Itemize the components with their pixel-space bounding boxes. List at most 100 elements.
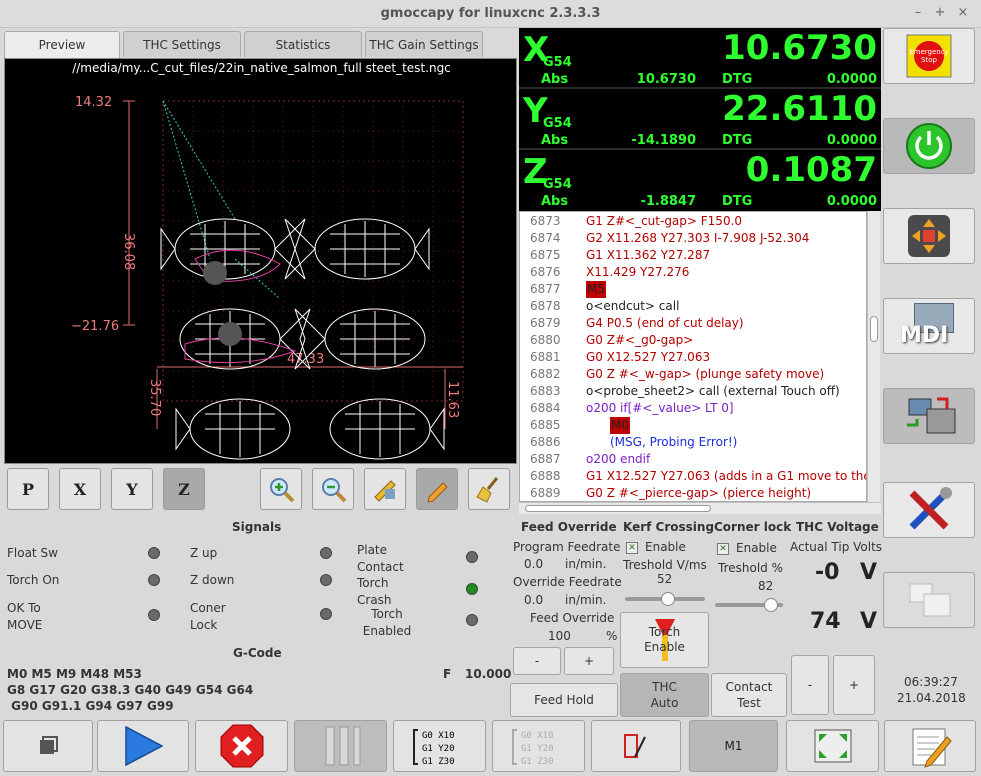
machine-power-button[interactable] bbox=[883, 118, 975, 174]
feed-plus-button[interactable]: + bbox=[564, 647, 614, 675]
tab-thc-settings[interactable]: THC Settings bbox=[123, 31, 241, 57]
dimensions-button[interactable] bbox=[364, 468, 406, 510]
view-z-button[interactable]: Z bbox=[163, 468, 205, 510]
gcode-hscrollbar[interactable] bbox=[519, 502, 881, 514]
voltage-minus-button[interactable]: - bbox=[791, 655, 829, 715]
title-bar: gmoccapy for linuxcnc 2.3.3.3 – + × bbox=[0, 0, 981, 28]
fullscreen-icon bbox=[814, 729, 851, 763]
estop-button[interactable]: Emergency Stop bbox=[883, 28, 975, 84]
settings-button[interactable] bbox=[883, 482, 975, 538]
mdi-button[interactable]: MDI bbox=[883, 298, 975, 354]
gcode-line[interactable]: 6877 M5 bbox=[520, 281, 866, 298]
gcode-line[interactable]: 6888 G1 X12.527 Y27.063 (adds in a G1 mov… bbox=[520, 468, 866, 485]
user-tabs-button[interactable] bbox=[883, 572, 975, 628]
feed-hold-button[interactable]: Feed Hold bbox=[510, 683, 618, 717]
tab-statistics[interactable]: Statistics bbox=[244, 31, 362, 57]
gcode-line[interactable]: 6874 G2 X11.268 Y27.303 I-7.908 J-52.304 bbox=[520, 230, 866, 247]
signal-torch-on-label: Torch On bbox=[7, 573, 60, 587]
gcode-view[interactable]: 6873 G1 Z#<_cut-gap> F150.0 6874 G2 X11.268… bbox=[519, 211, 867, 502]
fullscreen-button[interactable] bbox=[786, 720, 879, 772]
kerf-enable-checkbox[interactable]: ✕ bbox=[626, 542, 638, 554]
signal-ok-to-move-label: OK To MOVE bbox=[7, 601, 43, 632]
dro-x-row[interactable]: X G54 10.6730 Abs 10.6730 DTG 0.0000 bbox=[519, 28, 881, 89]
kerf-treshold-slider[interactable] bbox=[625, 592, 705, 606]
edit-button[interactable] bbox=[884, 720, 976, 772]
contact-test-button[interactable]: Contact Test bbox=[711, 673, 787, 717]
run-button[interactable] bbox=[97, 720, 189, 772]
gcode-line[interactable]: 6880 G0 Z#<_g0-gap> bbox=[520, 332, 866, 349]
gcode-line[interactable]: 6883 o<probe_sheet2> call (external Touch… bbox=[520, 383, 866, 400]
m1-button[interactable]: M1 bbox=[689, 720, 778, 772]
svg-text:G1 Y20: G1 Y20 bbox=[422, 744, 455, 754]
dro-y-value: 22.6110 bbox=[722, 89, 877, 129]
close-button[interactable]: × bbox=[955, 5, 971, 21]
toolpath-preview[interactable]: //media/my...C_cut_files/22in_native_sal… bbox=[4, 58, 517, 464]
gcode-line[interactable]: 6881 G0 X12.527 Y27.063 bbox=[520, 349, 866, 366]
gcode-scrollbar-thumb[interactable] bbox=[870, 316, 878, 342]
thc-auto-button[interactable]: THC Auto bbox=[620, 673, 709, 717]
mdi-icon: MDI bbox=[894, 303, 964, 349]
signal-z-up-led bbox=[320, 547, 332, 559]
dro-z-row[interactable]: Z G54 0.1087 Abs -1.8847 DTG 0.0000 bbox=[519, 150, 881, 211]
clock-time: 06:39:27 bbox=[904, 675, 958, 689]
zoom-out-icon bbox=[322, 478, 347, 503]
view-x-button[interactable]: X bbox=[59, 468, 101, 510]
run-from-line-button[interactable]: G0 X10 G1 Y20 G1 Z30 bbox=[492, 720, 585, 772]
torch-enable-button[interactable]: Torch Enable bbox=[620, 612, 709, 668]
gcode-line[interactable]: 6876 X11.429 Y27.276 bbox=[520, 264, 866, 281]
signal-z-up-label: Z up bbox=[190, 546, 218, 560]
corner-enable-checkbox[interactable]: ✕ bbox=[717, 543, 729, 555]
kerf-slider-knob[interactable] bbox=[661, 592, 676, 606]
gcode-line[interactable]: 6879 G4 P0.5 (end of cut delay) bbox=[520, 315, 866, 332]
maximize-button[interactable]: + bbox=[932, 5, 948, 21]
voltage-plus-button[interactable]: + bbox=[833, 655, 875, 715]
gcode-line[interactable]: 6882 G0 Z #<_w-gap> (plunge safety move) bbox=[520, 366, 866, 383]
gcode-hscrollbar-thumb[interactable] bbox=[525, 505, 711, 512]
tab-preview[interactable]: Preview bbox=[4, 31, 120, 58]
corner-slider-knob[interactable] bbox=[763, 598, 778, 612]
perspective-view-icon: P bbox=[21, 479, 35, 499]
clear-plot-button[interactable] bbox=[468, 468, 510, 510]
gcode-scrollbar[interactable] bbox=[867, 211, 880, 502]
open-file-button[interactable] bbox=[3, 720, 93, 772]
gcode-line-text: G1 Z#<_cut-gap> F150.0 bbox=[586, 214, 743, 228]
manual-jog-icon bbox=[908, 215, 950, 257]
dro-x-dtg-label: DTG bbox=[722, 72, 753, 87]
view-p-button[interactable]: P bbox=[7, 468, 49, 510]
gcode-line-number: 6877 bbox=[530, 282, 561, 296]
dro-x-abs: 10.6730 bbox=[636, 72, 696, 87]
signal-torch-enabled-label: Torch Enabled bbox=[362, 607, 412, 638]
minimize-button[interactable]: – bbox=[910, 5, 926, 21]
corner-treshold-slider[interactable] bbox=[715, 598, 783, 612]
signals-title: Signals bbox=[232, 520, 282, 534]
zoom-out-button[interactable] bbox=[312, 468, 354, 510]
view-y-button[interactable]: Y bbox=[111, 468, 153, 510]
feed-minus-button[interactable]: - bbox=[513, 647, 561, 675]
gcode-line[interactable]: 6887 o200 endif bbox=[520, 451, 866, 468]
gcode-line[interactable]: 6889 G0 Z #<_pierce-gap> (pierce height) bbox=[520, 485, 866, 501]
gcode-line[interactable]: 6884 o200 if[#<_value> LT 0] bbox=[520, 400, 866, 417]
gcode-line[interactable]: 6885 M0 bbox=[520, 417, 866, 434]
signal-coner-lock-led bbox=[320, 608, 332, 620]
manual-mode-button[interactable] bbox=[883, 208, 975, 264]
gcode-line-number: 6874 bbox=[530, 231, 561, 245]
pause-button[interactable] bbox=[294, 720, 387, 772]
thc-voltage-sub: Actual Tip Volts bbox=[790, 540, 883, 554]
dro-y-row[interactable]: Y G54 22.6110 Abs -14.1890 DTG 0.0000 bbox=[519, 89, 881, 150]
gcode-line[interactable]: 6886 (MSG, Probing Error!) bbox=[520, 434, 866, 451]
dro-x-dtg: 0.0000 bbox=[826, 72, 877, 87]
optional-stop-button[interactable] bbox=[591, 720, 681, 772]
gcode-line-text: o200 if[#<_value> LT 0] bbox=[586, 401, 734, 415]
feed-value: 10.000 bbox=[465, 667, 512, 681]
zoom-in-button[interactable] bbox=[260, 468, 302, 510]
stop-button[interactable] bbox=[195, 720, 288, 772]
gcode-line[interactable]: 6873 G1 Z#<_cut-gap> F150.0 bbox=[520, 213, 866, 230]
draw-tool-path-button[interactable] bbox=[416, 468, 458, 510]
goto-zero-button[interactable]: G0 X10 G1 Y20 G1 Z30 bbox=[393, 720, 486, 772]
auto-mode-button[interactable] bbox=[883, 388, 975, 444]
gcode-line-number: 6879 bbox=[530, 316, 561, 330]
gcode-line-number: 6888 bbox=[530, 469, 561, 483]
gcode-line[interactable]: 6875 G1 X11.362 Y27.287 bbox=[520, 247, 866, 264]
tab-thc-gain-settings[interactable]: THC Gain Settings bbox=[365, 31, 483, 57]
gcode-line[interactable]: 6878 o<endcut> call bbox=[520, 298, 866, 315]
